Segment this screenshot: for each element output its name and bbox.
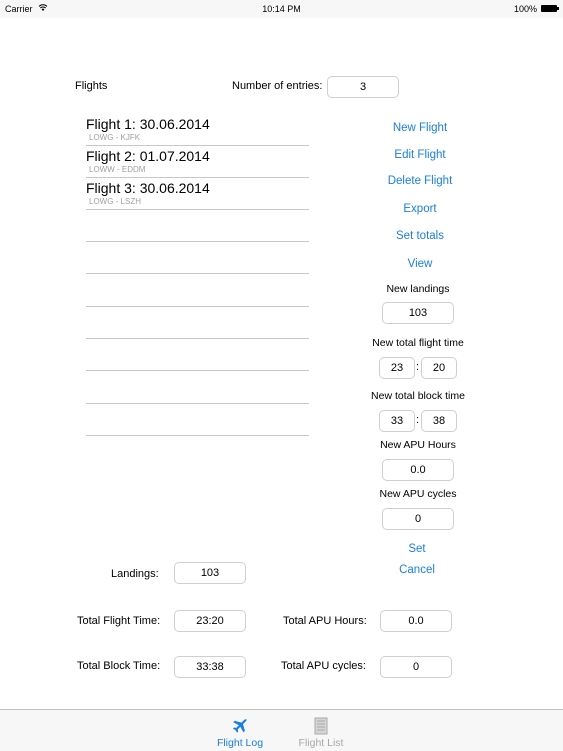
- airplane-icon: [205, 715, 275, 737]
- total-block-time-label: Total Block Time:: [77, 660, 161, 672]
- block-time-hours-field[interactable]: 33: [379, 410, 415, 432]
- entries-label: Number of entries:: [232, 80, 323, 92]
- total-apu-cycles-label: Total APU cycles:: [281, 660, 366, 672]
- battery-percent: 100%: [513, 4, 537, 14]
- time-separator: :: [416, 361, 420, 373]
- tab-bar: Flight Log Flight List: [0, 709, 563, 751]
- flight-title: Flight 2: 01.07.2014: [86, 148, 210, 164]
- tab-flight-log[interactable]: Flight Log: [205, 710, 275, 749]
- flight-route: LOWG - LSZH: [89, 197, 142, 206]
- set-button[interactable]: Set: [357, 543, 477, 555]
- new-landings-field[interactable]: 103: [382, 302, 454, 324]
- empty-row: [86, 242, 309, 274]
- flight-route: LOWW - EDDM: [89, 165, 146, 174]
- time-separator: :: [416, 414, 420, 426]
- edit-flight-button[interactable]: Edit Flight: [360, 149, 480, 161]
- total-apu-cycles-field[interactable]: 0: [380, 656, 452, 678]
- flight-title: Flight 3: 30.06.2014: [86, 180, 210, 196]
- total-block-time-field[interactable]: 33:38: [174, 656, 246, 678]
- flight-time-hours-field[interactable]: 23: [379, 357, 415, 379]
- empty-row: [86, 210, 309, 242]
- landings-field[interactable]: 103: [174, 562, 246, 584]
- total-flight-time-label: Total Flight Time:: [77, 615, 161, 627]
- battery-icon: [541, 5, 559, 12]
- view-button[interactable]: View: [360, 258, 480, 270]
- flight-route: LOWG - KJFK: [89, 133, 141, 142]
- empty-row: [86, 371, 309, 404]
- empty-row: [86, 339, 309, 371]
- tab-label: Flight List: [298, 737, 344, 749]
- new-apu-hours-field[interactable]: 0.0: [382, 459, 454, 481]
- export-button[interactable]: Export: [360, 203, 480, 215]
- delete-flight-button[interactable]: Delete Flight: [360, 175, 480, 187]
- empty-row: [86, 274, 309, 307]
- total-flight-time-field[interactable]: 23:20: [174, 610, 246, 632]
- flight-time-minutes-field[interactable]: 20: [421, 357, 457, 379]
- tab-flight-list[interactable]: Flight List: [286, 710, 356, 749]
- flight-row-3[interactable]: Flight 3: 30.06.2014 LOWG - LSZH: [86, 178, 309, 210]
- empty-row: [86, 307, 309, 339]
- tab-label: Flight Log: [216, 737, 264, 749]
- total-apu-hours-label: Total APU Hours:: [283, 615, 367, 627]
- flights-heading: Flights: [75, 80, 108, 92]
- new-block-time-label: New total block time: [371, 390, 465, 402]
- empty-row: [86, 404, 309, 436]
- new-flight-button[interactable]: New Flight: [360, 122, 480, 134]
- new-apu-hours-label: New APU Hours: [380, 439, 456, 451]
- new-apu-cycles-label: New APU cycles: [379, 488, 457, 500]
- status-bar: Carrier 10:14 PM 100%: [0, 0, 563, 18]
- list-icon: [286, 715, 356, 737]
- flight-title: Flight 1: 30.06.2014: [86, 116, 210, 132]
- entries-field[interactable]: 3: [327, 76, 399, 98]
- block-time-minutes-field[interactable]: 38: [421, 410, 457, 432]
- new-flight-time-label: New total flight time: [372, 337, 464, 349]
- clock: 10:14 PM: [262, 4, 301, 14]
- new-apu-cycles-field[interactable]: 0: [382, 508, 454, 530]
- total-apu-hours-field[interactable]: 0.0: [380, 610, 452, 632]
- new-landings-label: New landings: [386, 283, 450, 295]
- landings-label: Landings:: [111, 568, 159, 580]
- flight-row-2[interactable]: Flight 2: 01.07.2014 LOWW - EDDM: [86, 146, 309, 178]
- cancel-button[interactable]: Cancel: [357, 564, 477, 576]
- flight-row-1[interactable]: Flight 1: 30.06.2014 LOWG - KJFK: [86, 114, 309, 146]
- set-totals-button[interactable]: Set totals: [360, 230, 480, 242]
